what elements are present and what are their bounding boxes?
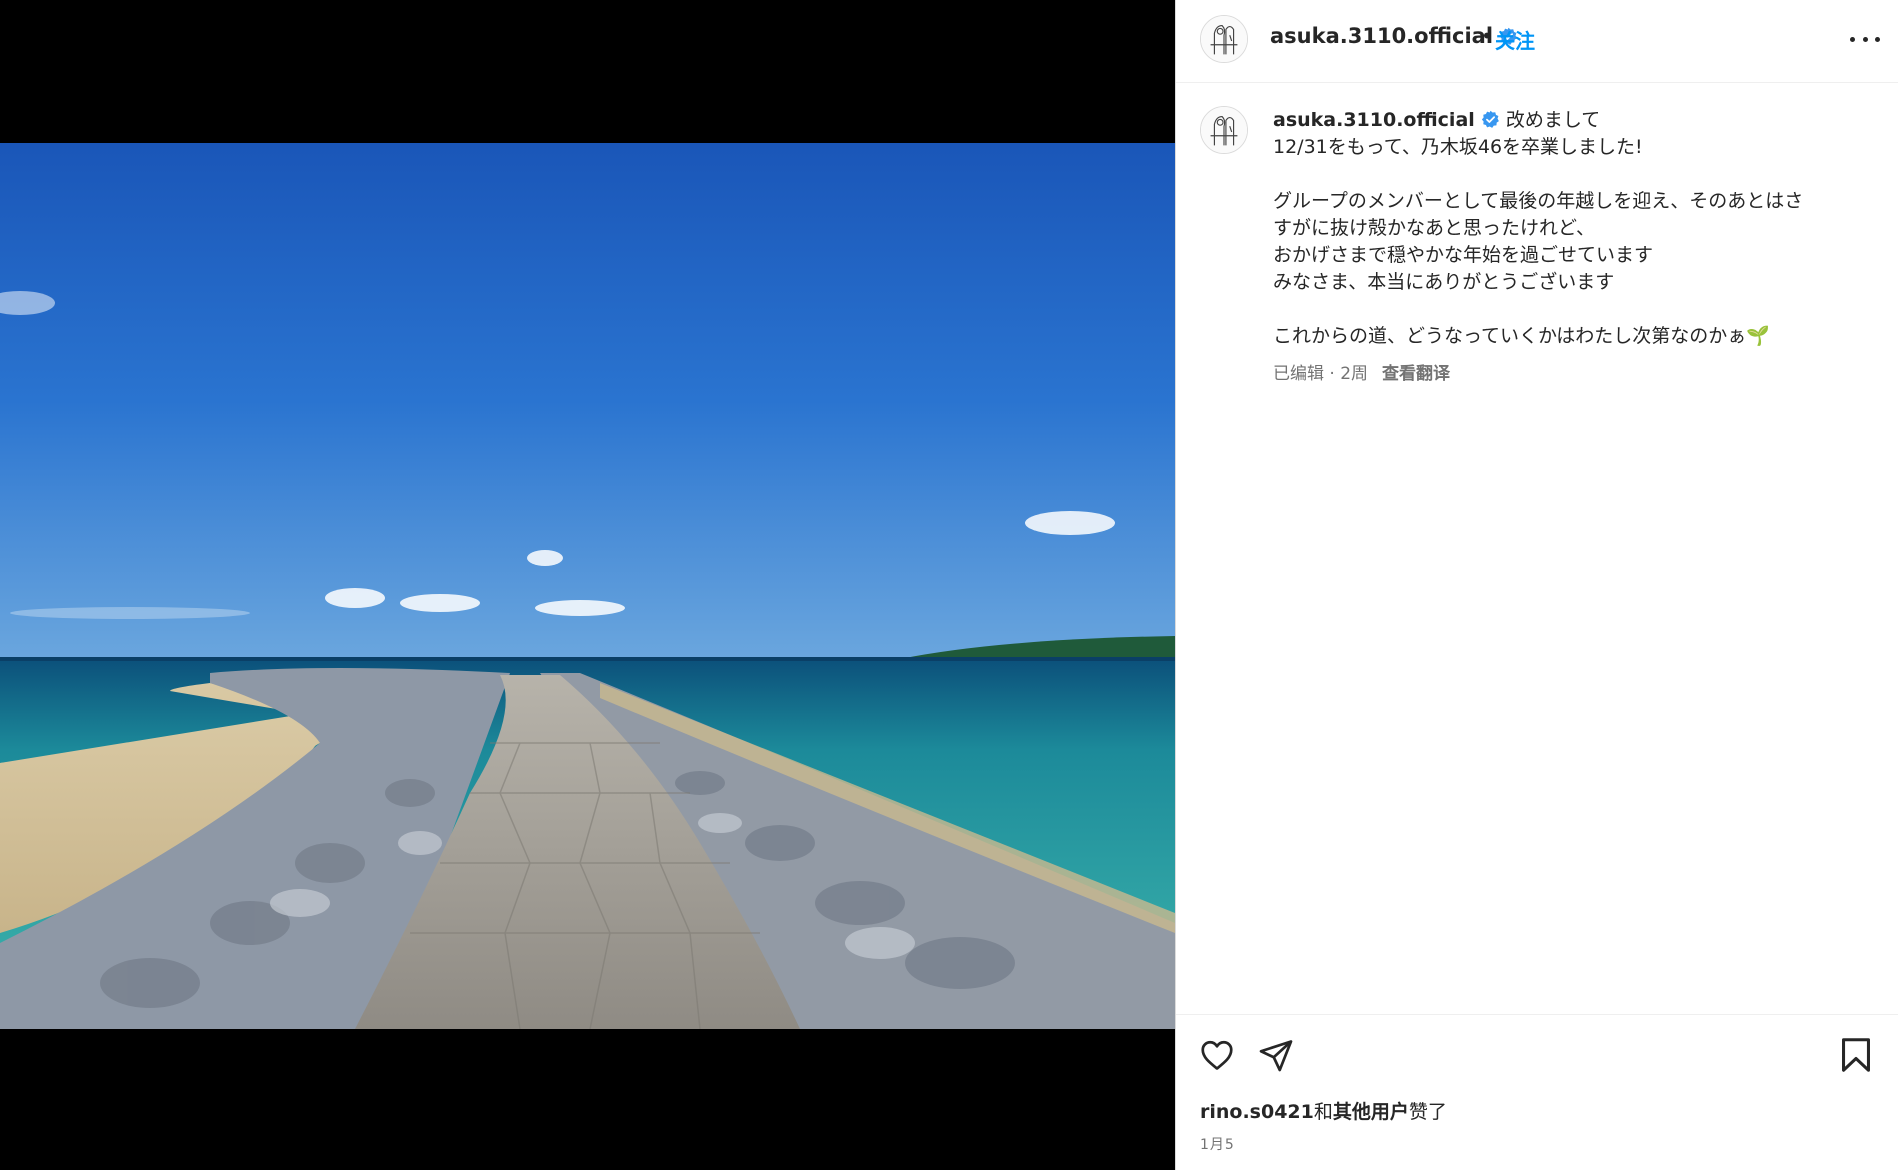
post-photo[interactable] xyxy=(0,143,1175,1029)
caption-line: これからの道、どうなっていくかはわたし次第なのかぁ🌱 xyxy=(1273,325,1770,347)
likes-conjunction: 和 xyxy=(1313,1101,1333,1123)
caption-line: すがに抜け殻かなあと思ったけれど、 xyxy=(1273,217,1596,239)
caption-line: みなさま、本当にありがとうございます xyxy=(1273,271,1615,293)
sketch-avatar-icon xyxy=(1201,16,1247,62)
see-translation-link[interactable]: 查看翻译 xyxy=(1382,364,1450,384)
post-date[interactable]: 1月5 xyxy=(1200,1134,1235,1154)
likes-summary: rino.s0421和其他用户赞了 xyxy=(1200,1097,1447,1124)
likes-suffix: 赞了 xyxy=(1408,1101,1447,1123)
username-text[interactable]: asuka.3110.official xyxy=(1270,24,1493,48)
media-viewer xyxy=(0,0,1175,1170)
caption-meta: 已编辑 · 2周 查看翻译 xyxy=(1273,359,1450,384)
heart-icon[interactable] xyxy=(1199,1037,1235,1073)
bookmark-icon[interactable] xyxy=(1840,1037,1872,1073)
verified-badge-icon xyxy=(1481,110,1499,128)
caption-username[interactable]: asuka.3110.official xyxy=(1273,109,1475,131)
caption-avatar[interactable] xyxy=(1200,106,1248,154)
liker-username[interactable]: rino.s0421 xyxy=(1200,1101,1314,1123)
post-header: asuka.3110.official • 关注 xyxy=(1176,0,1898,83)
paper-plane-icon[interactable] xyxy=(1258,1037,1294,1073)
edited-timestamp[interactable]: 已编辑 · 2周 xyxy=(1273,364,1368,384)
separator-dot: • xyxy=(1481,24,1493,48)
seaside-breakwater-image xyxy=(0,143,1175,1029)
more-options-icon[interactable] xyxy=(1850,26,1880,52)
caption-line: おかげさまで穏やかな年始を過ごせています xyxy=(1273,244,1654,266)
caption-line: グループのメンバーとして最後の年越しを迎え、そのあとはさ xyxy=(1273,190,1804,212)
follow-button[interactable]: 关注 xyxy=(1495,25,1535,54)
post-detail-panel: asuka.3110.official • 关注 asuka.3110.offi… xyxy=(1175,0,1898,1170)
avatar[interactable] xyxy=(1200,15,1248,63)
action-bar: rino.s0421和其他用户赞了 1月5 xyxy=(1176,1014,1898,1170)
caption-first-line: 改めまして xyxy=(1505,109,1601,131)
sketch-avatar-icon xyxy=(1201,107,1247,153)
other-likers-link[interactable]: 其他用户 xyxy=(1333,1101,1409,1123)
caption-text: asuka.3110.official 改めまして 12/31をもって、乃木坂4… xyxy=(1273,107,1863,350)
caption-line: 12/31をもって、乃木坂46を卒業しました! xyxy=(1273,136,1643,158)
